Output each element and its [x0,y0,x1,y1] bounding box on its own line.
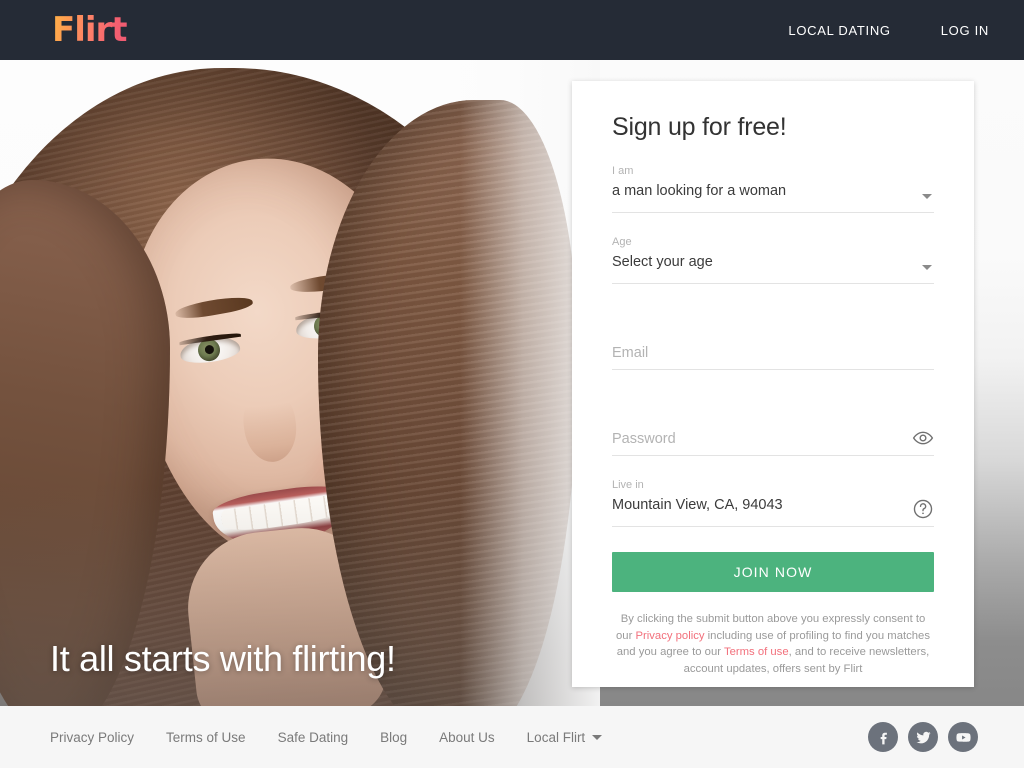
footer-link-blog[interactable]: Blog [380,730,407,745]
primary-nav: LOCAL DATING LOG IN [763,0,1024,60]
footer-link-privacy-policy[interactable]: Privacy Policy [50,730,134,745]
signup-card: Sign up for free! I am a man looking for… [572,81,974,687]
terms-of-use-link[interactable]: Terms of use [724,646,789,658]
social-links [868,722,978,752]
value-live-in[interactable]: Mountain View, CA, 94043 [612,495,934,515]
field-i-am[interactable]: I am a man looking for a woman [612,164,934,213]
footer-link-terms-of-use[interactable]: Terms of Use [166,730,246,745]
label-age: Age [612,236,632,248]
eye-icon[interactable] [912,427,934,449]
password-input[interactable]: Password [612,429,676,449]
twitter-link[interactable] [908,722,938,752]
hair-front-texture [318,100,578,706]
chevron-down-icon-age[interactable] [922,265,932,270]
footer-link-safe-dating[interactable]: Safe Dating [278,730,349,745]
footer-dropdown-label: Local Flirt [526,729,586,745]
field-live-in[interactable]: Live in Mountain View, CA, 94043 [612,478,934,527]
hero-tagline: It all starts with flirting! [50,638,396,679]
page-root: Flirt LOCAL DATING LOG IN It all starts … [0,0,1024,768]
facebook-icon [880,732,887,744]
legal-consent-text: By clicking the submit button above you … [612,611,934,677]
help-question-icon[interactable] [912,498,934,520]
privacy-policy-link[interactable]: Privacy policy [635,630,704,642]
join-now-button[interactable]: JOIN NOW [612,552,934,592]
nav-log-in[interactable]: LOG IN [916,23,1024,38]
footer-dropdown-local-flirt[interactable]: Local Flirt [527,730,603,745]
footer-links: Privacy Policy Terms of Use Safe Dating … [50,730,603,745]
teeth [220,493,343,534]
youtube-link[interactable] [948,722,978,752]
footer-link-about-us[interactable]: About Us [439,730,495,745]
label-i-am: I am [612,165,634,177]
site-footer: Privacy Policy Terms of Use Safe Dating … [0,706,1024,768]
field-age[interactable]: Age Select your age [612,235,934,284]
email-input[interactable]: Email [612,343,648,363]
logo-text: Flirt [52,10,128,50]
site-header: Flirt LOCAL DATING LOG IN [0,0,1024,60]
youtube-icon [955,732,971,742]
field-password[interactable]: Password [612,407,934,456]
label-live-in: Live in [612,479,644,491]
hero-photo [0,60,600,706]
value-age[interactable]: Select your age [612,252,934,272]
chevron-down-icon-i-am[interactable] [922,194,932,199]
twitter-icon [915,731,931,743]
site-logo[interactable]: Flirt [52,10,128,50]
value-i-am[interactable]: a man looking for a woman [612,181,934,201]
nav-local-dating[interactable]: LOCAL DATING [763,23,915,38]
chevron-down-icon-footer [592,734,603,740]
field-email[interactable]: Email [612,321,934,370]
signup-title: Sign up for free! [612,113,787,141]
facebook-link[interactable] [868,722,898,752]
